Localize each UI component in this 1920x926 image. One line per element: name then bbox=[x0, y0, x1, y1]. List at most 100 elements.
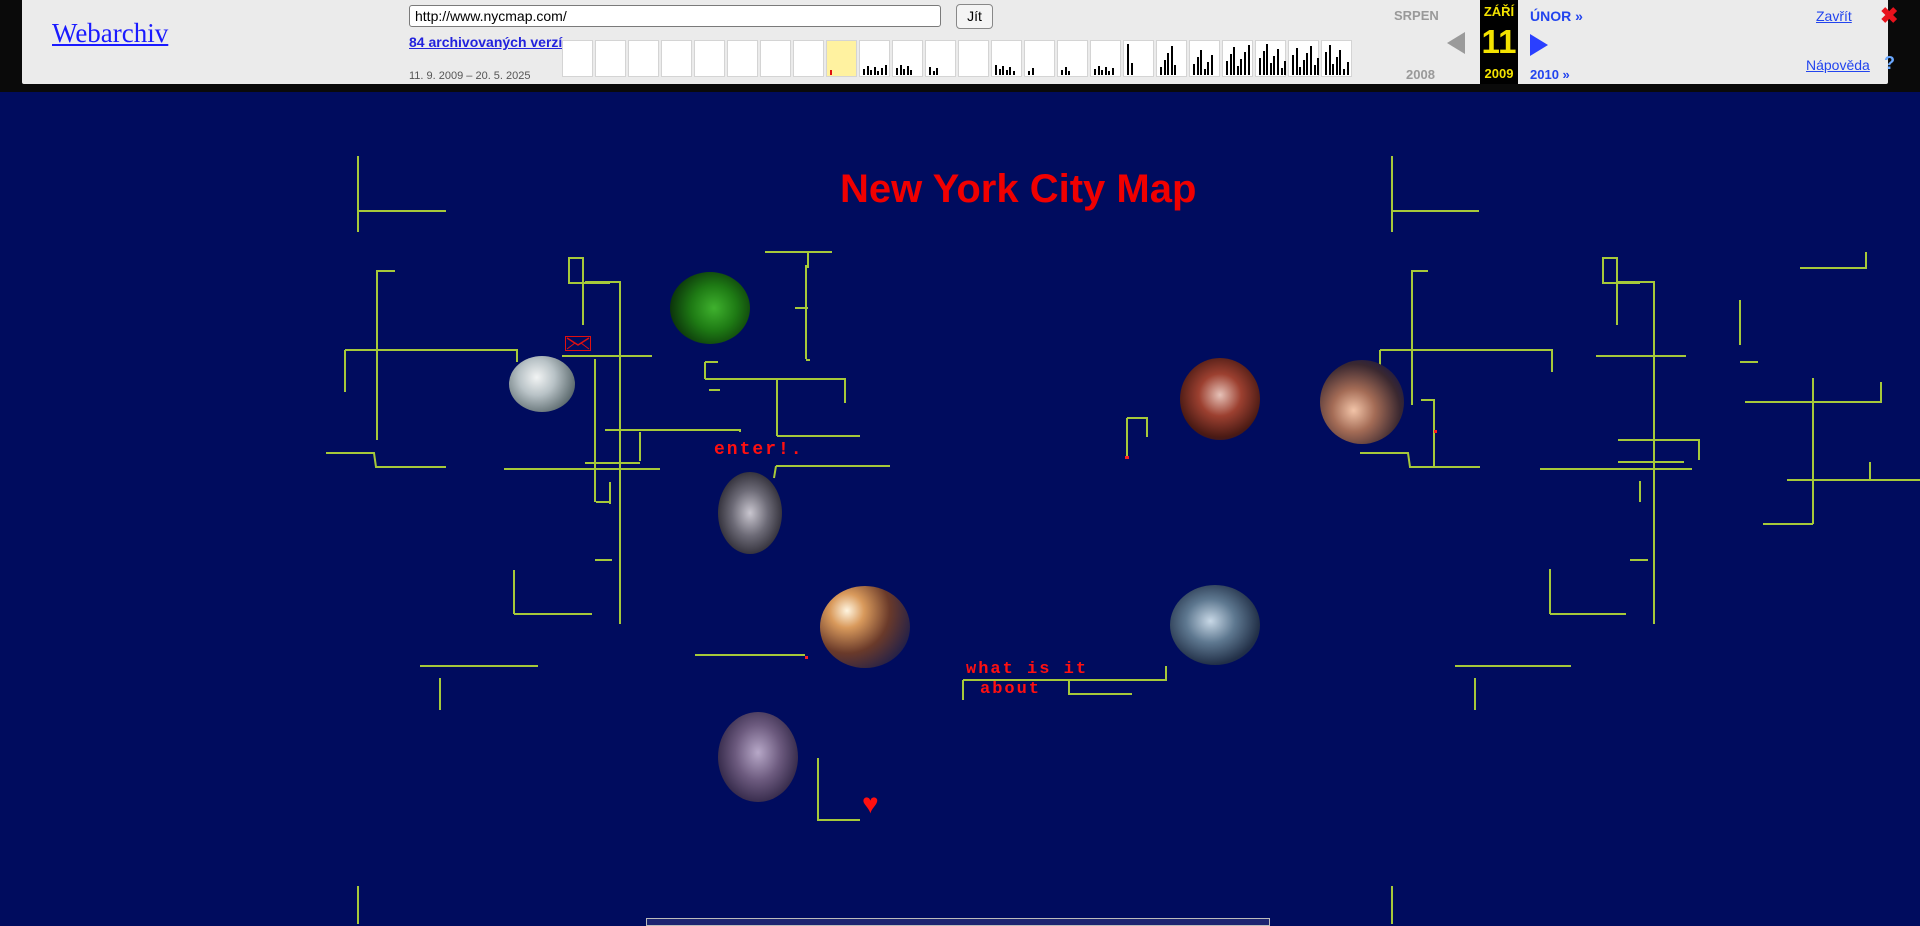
glowing-sphere-image[interactable] bbox=[820, 586, 910, 668]
prev-month-label: SRPEN bbox=[1394, 8, 1439, 23]
timeline-month-cell[interactable] bbox=[1189, 40, 1220, 77]
capture-bar bbox=[1269, 63, 1272, 75]
capture-bar bbox=[1277, 49, 1279, 75]
about-link-line2[interactable]: about bbox=[980, 680, 1041, 699]
timeline-month-cell[interactable] bbox=[1123, 40, 1154, 77]
timeline-month-cell[interactable] bbox=[1321, 40, 1352, 77]
about-link-line1[interactable]: what is it bbox=[966, 660, 1088, 679]
capture-bar bbox=[866, 66, 869, 75]
capture-bar bbox=[1009, 67, 1012, 75]
capture-bar bbox=[1174, 65, 1177, 75]
timeline-month-cell[interactable] bbox=[991, 40, 1022, 77]
capture-bar bbox=[903, 69, 906, 75]
capture-bar bbox=[1211, 55, 1213, 75]
timeline-month-cell[interactable] bbox=[1255, 40, 1287, 77]
timeline-month-cell[interactable] bbox=[925, 40, 956, 77]
red-figure-image[interactable] bbox=[1180, 358, 1260, 440]
timeline-month-cell[interactable] bbox=[694, 40, 725, 77]
timeline-month-cell[interactable] bbox=[826, 40, 857, 77]
timeline-month-cell[interactable] bbox=[1222, 40, 1253, 77]
capture-bar bbox=[1266, 44, 1269, 75]
timeline-month-cell[interactable] bbox=[628, 40, 659, 77]
capture-bar bbox=[1346, 62, 1349, 75]
timeline-month-cell[interactable] bbox=[562, 40, 593, 77]
timeline-month-cell[interactable] bbox=[1024, 40, 1055, 77]
next-year-link[interactable]: 2010 » bbox=[1530, 67, 1570, 82]
bottom-frame-edge bbox=[646, 918, 1270, 926]
url-input[interactable] bbox=[409, 5, 941, 27]
close-link[interactable]: Zavřít bbox=[1816, 8, 1852, 24]
capture-bar bbox=[896, 68, 898, 75]
heart-icon[interactable]: ♥ bbox=[862, 790, 879, 818]
gray-egg-image[interactable] bbox=[509, 356, 575, 412]
current-capture-date: ZÁŘÍ 11 2009 bbox=[1480, 0, 1518, 84]
page-title: New York City Map bbox=[840, 167, 1197, 211]
capture-bar bbox=[873, 67, 876, 75]
capture-bar bbox=[881, 68, 883, 75]
timeline-month-cell[interactable] bbox=[1156, 40, 1187, 77]
timeline-month-cell[interactable] bbox=[1057, 40, 1088, 77]
woman-photo-image[interactable] bbox=[718, 712, 798, 802]
capture-bar bbox=[1226, 61, 1228, 75]
timeline-month-cell[interactable] bbox=[595, 40, 626, 77]
close-icon[interactable]: ✖ bbox=[1880, 5, 1898, 27]
webarchiv-logo-link[interactable]: Webarchiv bbox=[52, 18, 168, 49]
webarchiv-toolbar: Webarchiv Jít 84 archivovaných verzí 11.… bbox=[0, 0, 1920, 92]
envelope-icon[interactable] bbox=[565, 336, 591, 351]
enter-link[interactable]: enter!. bbox=[714, 440, 804, 460]
capture-bar bbox=[1005, 70, 1008, 75]
street-grid-lines bbox=[326, 156, 1920, 924]
capture-bar bbox=[998, 69, 1001, 75]
capture-bar bbox=[1310, 46, 1312, 75]
capture-bar bbox=[936, 68, 939, 75]
archived-versions-link[interactable]: 84 archivovaných verzí bbox=[409, 34, 569, 51]
timeline-month-cell[interactable] bbox=[1288, 40, 1320, 77]
capture-bar bbox=[1280, 68, 1283, 75]
capture-bar bbox=[1244, 52, 1246, 75]
capture-bar bbox=[1104, 67, 1107, 75]
help-link[interactable]: Nápověda bbox=[1806, 57, 1870, 73]
capture-bar bbox=[1339, 50, 1342, 75]
capture-bar bbox=[1299, 67, 1302, 75]
capture-timeline[interactable] bbox=[562, 40, 1402, 78]
capture-bar bbox=[932, 71, 935, 75]
capture-bar bbox=[1167, 53, 1170, 75]
capture-bar bbox=[1031, 68, 1034, 75]
next-month-link[interactable]: ÚNOR » bbox=[1530, 8, 1583, 24]
capture-bar bbox=[1200, 50, 1203, 75]
capture-bar bbox=[1335, 57, 1338, 75]
archive-date-range: 11. 9. 2009 – 20. 5. 2025 bbox=[409, 70, 531, 82]
capture-bar bbox=[1196, 57, 1199, 75]
capture-bar bbox=[1325, 52, 1327, 75]
next-arrow-icon[interactable] bbox=[1530, 34, 1548, 56]
timeline-month-cell[interactable] bbox=[727, 40, 758, 77]
capture-bar bbox=[884, 65, 887, 75]
go-button[interactable]: Jít bbox=[956, 4, 993, 29]
capture-bar bbox=[1313, 65, 1316, 75]
capture-bar bbox=[1094, 69, 1096, 75]
deli-storefront-image[interactable] bbox=[1170, 585, 1260, 665]
timeline-month-cell[interactable] bbox=[958, 40, 989, 77]
face-closeup-image[interactable] bbox=[1320, 360, 1404, 444]
current-year: 2009 bbox=[1484, 66, 1514, 81]
current-month: ZÁŘÍ bbox=[1483, 4, 1515, 19]
capture-bar bbox=[1160, 67, 1162, 75]
timeline-month-cell[interactable] bbox=[793, 40, 824, 77]
timeline-month-cell[interactable] bbox=[859, 40, 890, 77]
timeline-month-cell[interactable] bbox=[661, 40, 692, 77]
portrait-image[interactable] bbox=[718, 472, 782, 554]
capture-bar bbox=[929, 67, 931, 75]
capture-bar bbox=[1343, 69, 1345, 75]
capture-bar bbox=[1193, 64, 1195, 75]
timeline-month-cell[interactable] bbox=[760, 40, 791, 77]
capture-bar bbox=[877, 71, 880, 75]
capture-bar bbox=[1002, 66, 1005, 75]
green-logo-image[interactable] bbox=[670, 272, 750, 344]
capture-bar bbox=[1306, 53, 1309, 75]
prev-arrow-icon[interactable] bbox=[1447, 32, 1465, 54]
capture-bar bbox=[1259, 58, 1261, 75]
timeline-month-cell[interactable] bbox=[1090, 40, 1121, 77]
help-icon[interactable]: ? bbox=[1884, 53, 1895, 74]
current-day: 11 bbox=[1481, 23, 1517, 60]
timeline-month-cell[interactable] bbox=[892, 40, 923, 77]
